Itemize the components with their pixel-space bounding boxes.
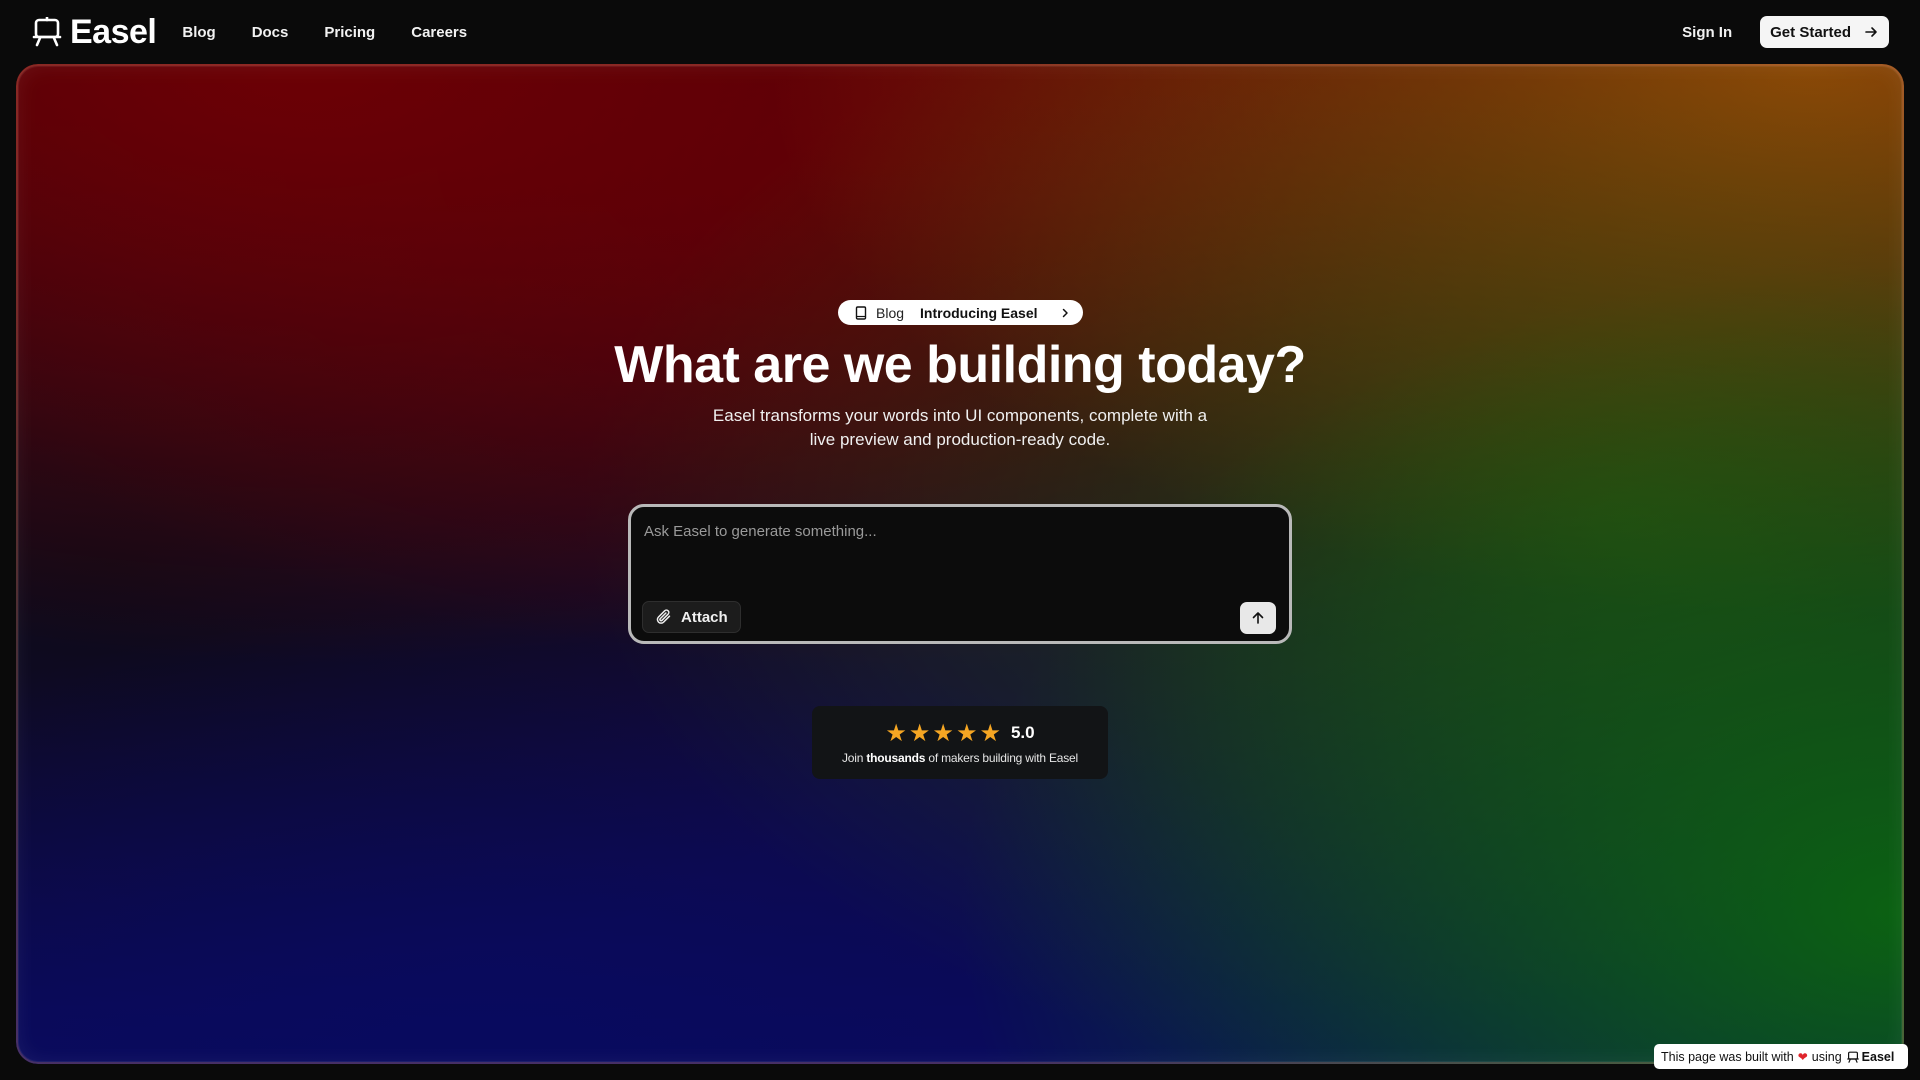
built-with-badge[interactable]: This page was built with ❤ using Easel [1654,1044,1908,1069]
get-started-label: Get Started [1770,23,1851,41]
badge-text-using: using [1811,1049,1842,1064]
arrow-right-icon [1865,27,1877,37]
badge-text-prefix: This page was built with [1661,1049,1794,1064]
paperclip-icon [656,609,671,624]
stars-row: ★ ★ ★ ★ ★ 5.0 [885,721,1034,745]
hero-section: Blog Introducing Easel What are we build… [16,64,1904,1064]
page-title: What are we building today? [614,336,1306,394]
star-icon: ★ [908,718,931,747]
rating-caption-bold: thousands [866,750,926,765]
sign-in-link[interactable]: Sign In [1682,24,1732,41]
nav-link-pricing[interactable]: Pricing [324,24,375,41]
star-icon: ★ [932,718,954,747]
rating-caption: Join thousands of makers building with E… [842,751,1078,765]
nav-link-blog[interactable]: Blog [182,24,215,41]
logo[interactable]: Easel [32,12,157,52]
arrow-up-icon [1252,612,1264,624]
easel-logo-small-icon [1846,1051,1859,1063]
nav-link-docs[interactable]: Docs [252,24,289,41]
rating-value: 5.0 [1010,722,1035,742]
brand-name: Easel [70,12,157,51]
page-subtitle: Easel transforms your words into UI comp… [712,406,1208,449]
chevron-right-icon [1062,308,1068,317]
attach-button[interactable]: Attach [642,601,741,633]
nav-actions: Sign In Get Started [1682,16,1889,48]
rating-card: ★ ★ ★ ★ ★ 5.0 Join thousands of makers b… [812,706,1108,779]
star-icon: ★ [979,718,1001,747]
attach-label: Attach [681,608,728,626]
book-icon [855,305,867,320]
send-button[interactable] [1240,602,1276,634]
pill-title: Introducing Easel [920,304,1038,321]
top-nav: Easel Blog Docs Pricing Careers Sign In … [0,0,1920,64]
star-icon: ★ [955,718,978,747]
nav-link-careers[interactable]: Careers [411,24,467,41]
pill-tag: Blog [876,304,905,321]
heart-icon: ❤ [1797,1049,1808,1064]
nav-links: Blog Docs Pricing Careers [182,24,503,41]
blog-announcement-pill[interactable]: Blog Introducing Easel [838,300,1083,325]
easel-logo-icon [32,17,62,47]
star-icon: ★ [885,718,907,747]
badge-brand: Easel [1861,1049,1895,1064]
rating-caption-suffix: of makers building with Easel [928,750,1078,765]
rating-caption-prefix: Join [842,750,864,765]
prompt-box: Attach [628,504,1292,644]
get-started-button[interactable]: Get Started [1760,16,1889,48]
prompt-input[interactable] [642,521,1262,571]
